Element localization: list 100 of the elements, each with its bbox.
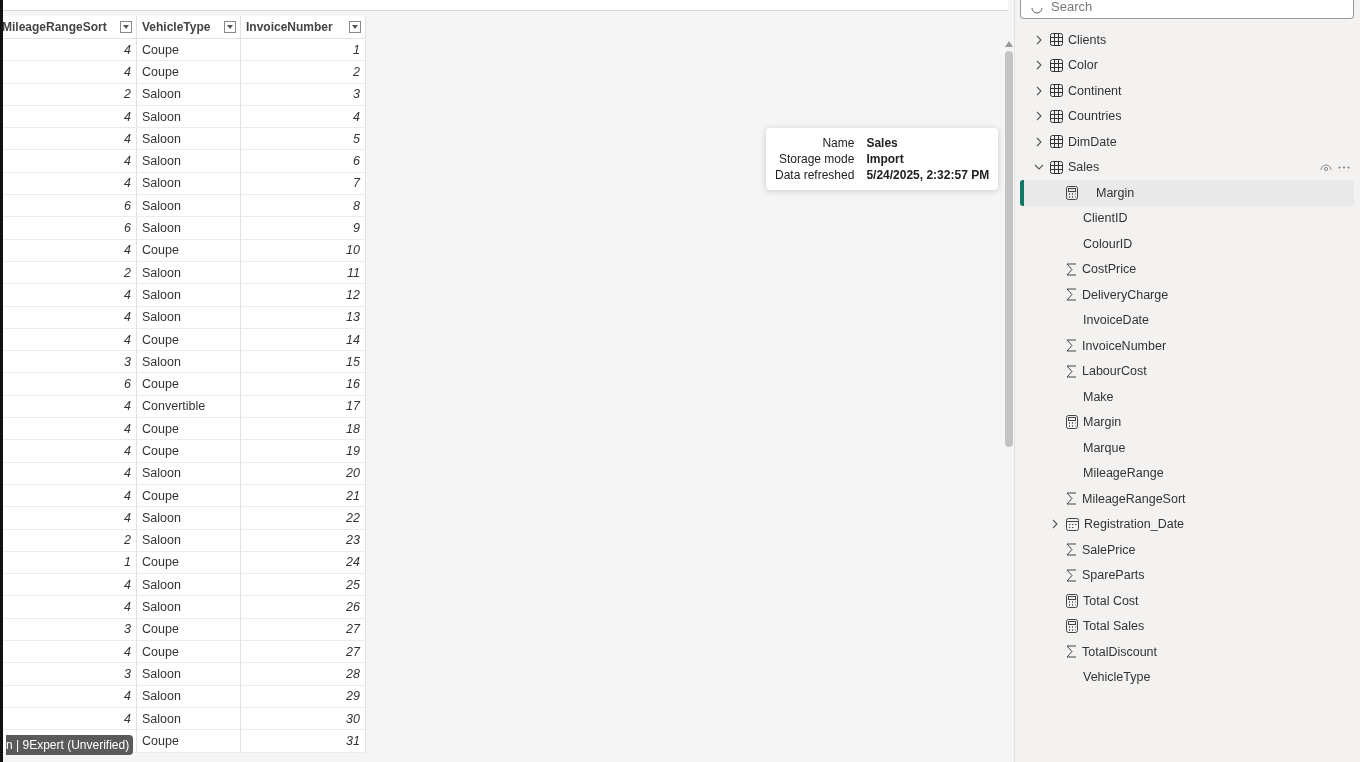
table-cell: 18: [241, 418, 366, 441]
field-item[interactable]: Marque: [1020, 435, 1354, 461]
chevron-icon[interactable]: [1034, 34, 1044, 45]
sigma-icon: [1066, 288, 1077, 302]
table-cell: Coupe: [137, 730, 241, 753]
chevron-icon[interactable]: [1050, 519, 1060, 530]
table-item[interactable]: Sales: [1020, 154, 1354, 180]
calendar-icon: [1066, 517, 1079, 531]
table-cell: 4: [3, 484, 137, 508]
table-item[interactable]: Countries: [1020, 103, 1354, 129]
table-cell: Coupe: [137, 373, 241, 396]
column-header[interactable]: InvoiceNumber: [241, 16, 366, 39]
table-cell: 12: [241, 284, 366, 307]
field-item[interactable]: SpareParts: [1020, 562, 1354, 588]
table-cell: Coupe: [137, 618, 241, 641]
table-cell: 3: [3, 351, 137, 374]
field-item[interactable]: Margin: [1020, 409, 1354, 435]
more-icon[interactable]: [1338, 165, 1350, 169]
field-item[interactable]: Total Cost: [1020, 588, 1354, 614]
search-field[interactable]: Search: [1020, 0, 1354, 19]
table-icon: [1050, 109, 1063, 123]
column-header[interactable]: MileageRangeSort: [3, 16, 137, 39]
filter-dropdown-button[interactable]: [349, 21, 361, 33]
table-cell: 15: [241, 351, 366, 374]
field-item[interactable]: Make: [1020, 384, 1354, 410]
sigma-icon: [1066, 492, 1077, 506]
chevron-icon[interactable]: [1034, 136, 1044, 147]
table-cell: 21: [241, 484, 366, 508]
table-cell: 23: [241, 529, 366, 552]
filter-dropdown-button[interactable]: [224, 21, 236, 33]
table-cell: Saloon: [137, 150, 241, 173]
chevron-icon[interactable]: [1034, 111, 1044, 122]
table-item[interactable]: DimDate: [1020, 129, 1354, 155]
caret-icon: [227, 25, 233, 29]
table-cell: 4: [3, 39, 137, 62]
tooltip-value: Sales: [866, 136, 899, 150]
field-item[interactable]: VehicleType: [1020, 664, 1354, 690]
table-cell: Saloon: [137, 707, 241, 731]
field-item[interactable]: CostPrice: [1020, 256, 1354, 282]
table-item[interactable]: Continent: [1020, 78, 1354, 104]
table-cell: 25: [241, 574, 366, 597]
table-cell: 3: [3, 663, 137, 686]
table-cell: Coupe: [137, 484, 241, 508]
table-cell: 19: [241, 440, 366, 463]
table-cell: 2: [3, 261, 137, 285]
table-cell: Coupe: [137, 61, 241, 84]
scrollbar-thumb[interactable]: [1005, 51, 1013, 447]
table-cell: 7: [241, 172, 366, 196]
table-icon: [1050, 160, 1063, 174]
field-item[interactable]: InvoiceNumber: [1020, 333, 1354, 359]
field-item[interactable]: Total Sales: [1020, 613, 1354, 639]
table-cell: 2: [3, 529, 137, 552]
table-cell: 27: [241, 618, 366, 641]
filter-dropdown-button[interactable]: [120, 21, 132, 33]
table-cell: Saloon: [137, 284, 241, 307]
table-cell: 4: [3, 328, 137, 352]
field-item[interactable]: ColourID: [1020, 231, 1354, 257]
table-cell: 4: [3, 596, 137, 619]
scroll-up-icon[interactable]: [1005, 41, 1013, 47]
table-cell: Coupe: [137, 328, 241, 352]
field-item[interactable]: ClientID: [1020, 205, 1354, 231]
sigma-icon: [1066, 262, 1077, 276]
table-cell: 4: [3, 284, 137, 307]
eye-icon[interactable]: [1320, 163, 1332, 172]
chevron-icon[interactable]: [1034, 85, 1044, 96]
field-item[interactable]: DeliveryCharge: [1020, 282, 1354, 308]
table-cell: 5: [241, 128, 366, 151]
caret-icon: [123, 25, 129, 29]
table-item[interactable]: Clients: [1020, 27, 1354, 53]
field-item[interactable]: Margin: [1020, 180, 1354, 206]
table-cell: Saloon: [137, 462, 241, 485]
field-item[interactable]: SalePrice: [1020, 537, 1354, 563]
table-cell: Saloon: [137, 128, 241, 151]
table-cell: 4: [3, 395, 137, 419]
table-cell: 4: [3, 150, 137, 173]
sigma-icon: [1066, 543, 1077, 557]
table-cell: 6: [3, 217, 137, 240]
tooltip-label: Data refreshed: [775, 168, 855, 182]
field-item[interactable]: MileageRange: [1020, 460, 1354, 486]
table-cell: 16: [241, 373, 366, 396]
table-cell: Saloon: [137, 217, 241, 240]
calculator-icon: [1066, 619, 1078, 634]
column-header[interactable]: VehicleType: [137, 16, 241, 39]
field-item[interactable]: TotalDiscount: [1020, 639, 1354, 665]
chevron-icon[interactable]: [1034, 60, 1044, 71]
field-item[interactable]: InvoiceDate: [1020, 307, 1354, 333]
table-cell: 4: [3, 61, 137, 84]
field-item[interactable]: LabourCost: [1020, 358, 1354, 384]
table-cell: Saloon: [137, 306, 241, 329]
table-cell: 4: [3, 306, 137, 329]
sigma-icon: [1066, 568, 1077, 582]
table-cell: 2: [241, 61, 366, 84]
table-cell: Convertible: [137, 395, 241, 419]
table-cell: 1: [241, 39, 366, 62]
table-cell: 4: [3, 507, 137, 530]
table-cell: 8: [241, 195, 366, 218]
table-item[interactable]: Color: [1020, 52, 1354, 78]
field-item[interactable]: Registration_Date: [1020, 511, 1354, 537]
search-placeholder: Search: [1051, 0, 1093, 14]
field-item[interactable]: MileageRangeSort: [1020, 486, 1354, 512]
